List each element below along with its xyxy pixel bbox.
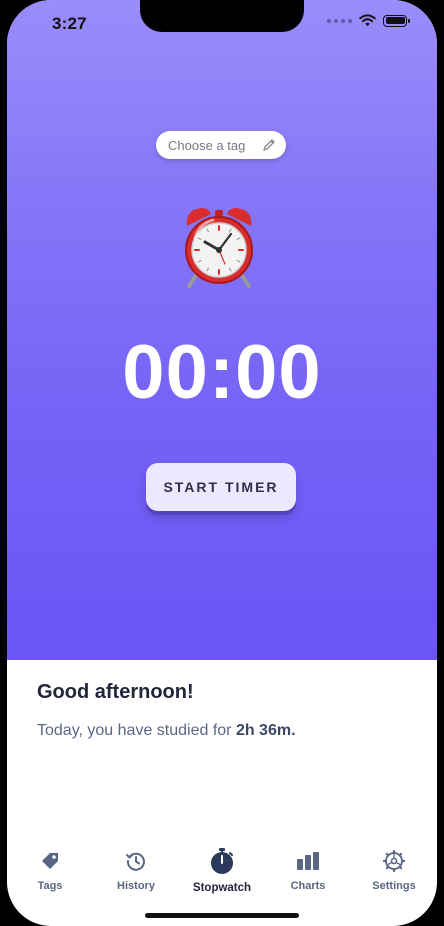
- signal-icon: [327, 18, 352, 23]
- tag-icon: [39, 849, 61, 873]
- choose-tag-label: Choose a tag: [168, 137, 246, 153]
- pencil-icon: [262, 138, 276, 152]
- tab-charts[interactable]: Charts: [265, 840, 351, 900]
- studied-summary: Today, you have studied for 2h 36m.: [37, 722, 296, 740]
- tab-tags[interactable]: Tags: [7, 840, 93, 900]
- timer-display: 00:00: [122, 330, 322, 415]
- stopwatch-icon: [208, 847, 236, 875]
- alarm-clock-icon: [179, 204, 259, 288]
- wifi-icon: [359, 14, 376, 27]
- hero-curve: [7, 600, 437, 651]
- status-icons: [327, 14, 410, 27]
- tab-stopwatch[interactable]: Stopwatch: [179, 840, 265, 900]
- notch: [140, 0, 304, 32]
- home-indicator[interactable]: [145, 913, 299, 918]
- tab-settings-label: Settings: [372, 880, 416, 892]
- start-timer-button[interactable]: START TIMER: [146, 463, 296, 511]
- studied-value: 2h 36m.: [235, 722, 296, 739]
- greeting-text: Good afternoon!: [37, 681, 194, 703]
- app-screen: 3:27 Choose a tag 00:00 START TIMER Good…: [7, 0, 437, 926]
- device-frame: 3:27 Choose a tag 00:00 START TIMER Good…: [0, 0, 444, 926]
- tab-stopwatch-label: Stopwatch: [192, 882, 252, 894]
- history-icon: [125, 849, 147, 873]
- tab-tags-label: Tags: [37, 880, 63, 892]
- tab-bar: Tags History Stopwatch Charts Settings: [7, 840, 437, 900]
- tab-history[interactable]: History: [93, 840, 179, 900]
- status-time: 3:27: [52, 14, 87, 33]
- tab-charts-label: Charts: [290, 880, 326, 892]
- studied-prefix: Today, you have studied for: [37, 722, 236, 739]
- choose-tag-button[interactable]: Choose a tag: [156, 131, 286, 159]
- tab-settings[interactable]: Settings: [351, 840, 437, 900]
- battery-icon: [383, 14, 410, 27]
- bar-chart-icon: [296, 849, 320, 873]
- gear-icon: [383, 849, 405, 873]
- tab-history-label: History: [117, 880, 155, 892]
